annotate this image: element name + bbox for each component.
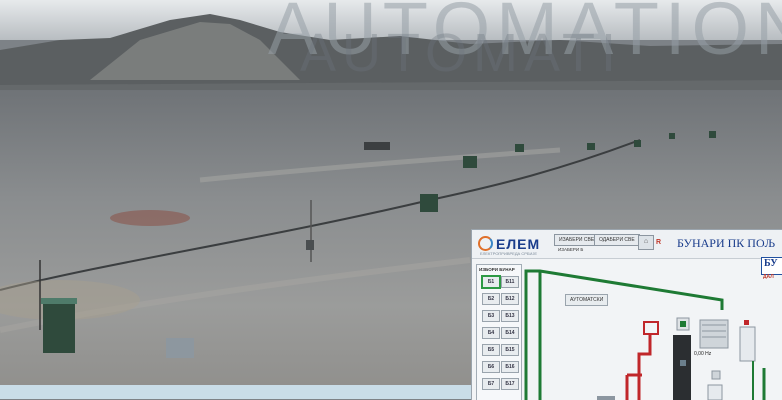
watermark-echo-text: AUTOMATI (300, 23, 623, 83)
frequency-unit: Hz (705, 351, 712, 357)
frequency-readout: 0,00 Hz (694, 351, 711, 357)
automatic-mode-button[interactable]: АУТОМАТСКИ (565, 294, 609, 306)
hmi-panel: ЕЛЕМ ЕЛЕКТРОПРИВРЕДА СРБИЈЕ ИЗАБЕРИ СВЕ … (471, 229, 782, 400)
pump-station-diagram (524, 269, 766, 400)
frequency-value: 0,00 (694, 351, 704, 357)
